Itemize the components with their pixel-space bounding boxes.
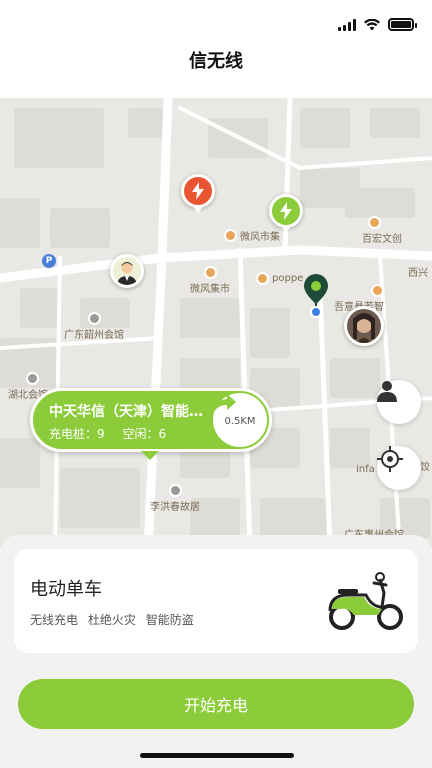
status-icons bbox=[338, 18, 417, 31]
wifi-icon bbox=[364, 18, 380, 30]
page-title: 信无线 bbox=[189, 51, 243, 72]
user-avatar-icon bbox=[113, 257, 141, 285]
battery-icon bbox=[388, 18, 417, 31]
poi-icon bbox=[87, 312, 101, 325]
charger-marker-available[interactable] bbox=[269, 194, 303, 233]
user-avatar-marker[interactable] bbox=[110, 254, 144, 288]
charger-marker-busy[interactable] bbox=[181, 174, 215, 213]
station-info-bubble[interactable]: 中天华信（天津）智能科技有限公司 充电桩：9 空闲：6 0.5KM bbox=[30, 388, 272, 460]
poi-infa[interactable]: infa bbox=[356, 464, 375, 475]
status-bar bbox=[0, 0, 432, 44]
poi-label: 饺 bbox=[420, 462, 430, 473]
feature-label: 杜绝火灾 bbox=[87, 613, 136, 627]
poi-icon bbox=[203, 266, 217, 279]
road-label-xixing: 西兴 bbox=[408, 264, 428, 279]
vehicle-features: 无线充电 杜绝火灾 智能防盗 bbox=[30, 611, 200, 628]
crosshair-icon bbox=[377, 446, 403, 472]
poi-li-hongchun[interactable]: 李洪春故居 bbox=[150, 484, 200, 513]
home-indicator bbox=[140, 753, 294, 758]
parking-marker[interactable]: P bbox=[42, 254, 56, 268]
station-stats: 充电桩：9 空闲：6 bbox=[49, 425, 180, 442]
feature-label: 智能防盗 bbox=[145, 613, 194, 627]
poi-label: 李洪春故居 bbox=[150, 502, 200, 513]
poi-jiao[interactable]: 饺 bbox=[420, 458, 430, 473]
cellular-signal-icon bbox=[338, 18, 356, 31]
start-charging-button[interactable]: 开始充电 bbox=[18, 679, 414, 729]
lightning-icon bbox=[280, 202, 292, 220]
vehicle-title: 电动单车 bbox=[30, 579, 102, 600]
poi-icon bbox=[26, 372, 39, 385]
vehicle-card[interactable]: 电动单车 无线充电 杜绝火灾 智能防盗 bbox=[14, 549, 418, 653]
user-avatar-marker[interactable] bbox=[344, 306, 384, 346]
poi-label: 微风市集 bbox=[240, 232, 280, 243]
poi-guangdong-shaozhou[interactable]: 广东韶州会馆 bbox=[64, 312, 124, 341]
lightning-icon bbox=[192, 182, 204, 200]
poi-icon bbox=[368, 216, 381, 229]
map-view[interactable]: 微风市集 微风集市 poppe 百宏文创 吾意悬若智 西兴 广东韶州会馆 湖北会… bbox=[0, 98, 432, 548]
free-count: 空闲：6 bbox=[122, 427, 167, 441]
poi-icon bbox=[256, 272, 269, 285]
pile-count: 充电桩：9 bbox=[49, 427, 105, 441]
navigate-arrow-icon bbox=[214, 394, 236, 412]
poi-label: infa bbox=[356, 464, 375, 475]
station-name: 中天华信（天津）智能科技有限公司 bbox=[49, 404, 209, 420]
locate-button[interactable] bbox=[377, 446, 421, 490]
poi-label: 广东韶州会馆 bbox=[64, 330, 124, 341]
user-avatar-icon bbox=[347, 309, 381, 343]
poi-icon bbox=[168, 484, 182, 497]
bottom-sheet: 电动单车 无线充电 杜绝火灾 智能防盗 开始充电 bbox=[0, 535, 432, 768]
feature-label: 无线充电 bbox=[30, 613, 79, 627]
distance-label: 0.5KM bbox=[224, 415, 256, 427]
road-label: 西兴 bbox=[408, 268, 428, 279]
user-icon bbox=[377, 381, 397, 402]
parking-icon: P bbox=[42, 254, 56, 268]
poi-label: poppe bbox=[272, 273, 304, 284]
user-profile-button[interactable] bbox=[377, 380, 421, 424]
poi-baihong[interactable]: 百宏文创 bbox=[362, 216, 402, 245]
poi-icon bbox=[224, 229, 237, 242]
navigate-button[interactable]: 0.5KM bbox=[213, 393, 267, 447]
poi-weifeng-bazaar[interactable]: 微风集市 bbox=[190, 266, 230, 295]
poi-icon bbox=[371, 284, 384, 297]
poi-label: 微风集市 bbox=[190, 284, 230, 295]
poi-label: 百宏文创 bbox=[362, 234, 402, 245]
scooter-icon bbox=[328, 572, 403, 630]
poi-weifeng-market[interactable]: 微风市集 bbox=[224, 228, 280, 243]
poi-poppe[interactable]: poppe bbox=[256, 272, 303, 285]
